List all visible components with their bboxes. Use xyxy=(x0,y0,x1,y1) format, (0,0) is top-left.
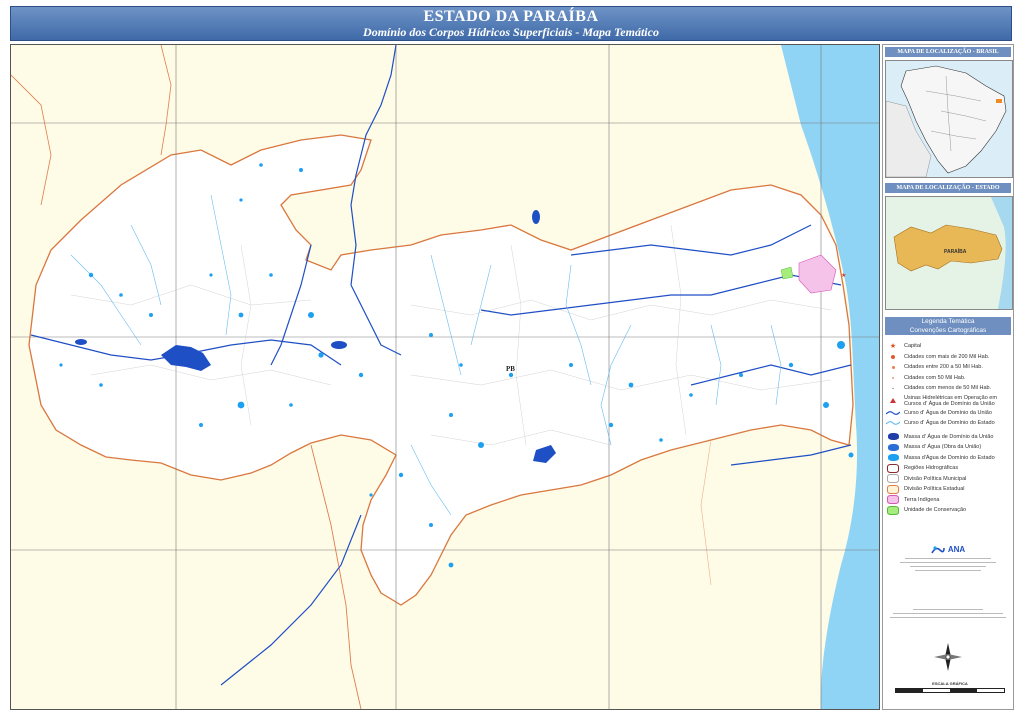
legend-item-city-large: Cidades com mais de 200 Mil Hab. xyxy=(885,352,1011,363)
credits-text-block xyxy=(885,558,1011,584)
legend-subtitle: Convenções Cartográficas xyxy=(909,327,987,334)
map-canvas: ★ xyxy=(11,45,879,709)
legend-item-regions: Regiões Hidrográficas xyxy=(885,463,1011,474)
legend-item-indigenous: Terra Indígena xyxy=(885,495,1011,506)
legend-header: Legenda Temática Convenções Cartográfica… xyxy=(885,317,1011,335)
legend-item-municipal: Divisão Política Municipal xyxy=(885,474,1011,485)
svg-text:★: ★ xyxy=(841,272,846,279)
water-union-icon xyxy=(885,433,901,441)
legend-item-city-medium: Cidades entre 200 a 50 Mil Hab. xyxy=(885,362,1011,373)
legend-item-conservation: Unidade de Conservação xyxy=(885,505,1011,516)
legend-item-city-tiny: Cidades com menos de 50 Mil Hab. xyxy=(885,383,1011,394)
state-shape xyxy=(28,134,854,606)
legend-item-river-union: Curso d' Água de Domínio da União xyxy=(885,408,1011,419)
legend-item-hydro: Usinas Hidrelétricas em Operação em Curs… xyxy=(885,394,1011,408)
legend-item-state-border: Divisão Política Estadual xyxy=(885,484,1011,495)
legend-item-city-small: Cidades com 50 Mil Hab. xyxy=(885,373,1011,384)
river-union-icon xyxy=(885,410,901,416)
region-icon xyxy=(885,463,901,473)
municipal-icon xyxy=(885,474,901,484)
dot-medium-icon xyxy=(885,365,901,369)
state-inset-label: PARAÍBA xyxy=(944,249,967,255)
scale-bar: ESCALA GRÁFICA xyxy=(895,681,1005,693)
legend-title: Legenda Temática xyxy=(921,318,975,325)
legend-item-water-state: Massa d'Água de Domínio do Estado xyxy=(885,453,1011,464)
brazil-map xyxy=(886,61,1012,177)
star-icon: ★ xyxy=(889,343,897,351)
legend: Legenda Temática Convenções Cartográfica… xyxy=(885,317,1011,517)
water-state-icon xyxy=(885,454,901,462)
map-title: ESTADO DA PARAÍBA xyxy=(423,8,599,25)
conservation-icon xyxy=(885,505,901,515)
scale-label: ESCALA GRÁFICA xyxy=(932,681,968,686)
legend-item-capital: ★ Capital xyxy=(885,341,1011,352)
dot-tiny-icon xyxy=(885,387,901,389)
legend-item-water-works: Massa d' Água (Obra da União) xyxy=(885,442,1011,453)
north-arrow-icon xyxy=(934,643,962,676)
dot-large-icon xyxy=(885,354,901,359)
main-map[interactable]: ★ PB xyxy=(10,44,880,710)
map-subtitle: Domínio dos Corpos Hídricos Superficiais… xyxy=(363,25,659,39)
agency-name: ANA xyxy=(947,544,966,554)
state-inset[interactable]: PARAÍBA xyxy=(885,196,1013,310)
legend-item-river-state: Curso d' Água de Domínio do Estado xyxy=(885,418,1011,429)
brazil-inset[interactable] xyxy=(885,60,1013,178)
river-state-icon xyxy=(885,420,901,426)
agency-logo-icon xyxy=(931,546,945,554)
state-inset-title: MAPA DE LOCALIZAÇÃO - ESTADO xyxy=(885,183,1011,193)
title-bar: ESTADO DA PARAÍBA Domínio dos Corpos Híd… xyxy=(10,6,1012,41)
triangle-icon xyxy=(885,398,901,403)
agency-logo: ANA xyxy=(885,545,1011,555)
legend-item-water-union: Massa d' Água de Domínio da União xyxy=(885,432,1011,443)
indigenous-icon xyxy=(885,495,901,505)
state-abbrev-label: PB xyxy=(506,365,515,373)
credits: ANA xyxy=(885,545,1011,629)
credits-text-block-2 xyxy=(885,609,1011,629)
brazil-inset-title: MAPA DE LOCALIZAÇÃO - BRASIL xyxy=(885,47,1011,57)
legend-list: ★ Capital Cidades com mais de 200 Mil Hab… xyxy=(885,335,1011,516)
water-works-icon xyxy=(885,443,901,451)
dot-small-icon xyxy=(885,376,901,379)
state-border-icon xyxy=(885,484,901,494)
